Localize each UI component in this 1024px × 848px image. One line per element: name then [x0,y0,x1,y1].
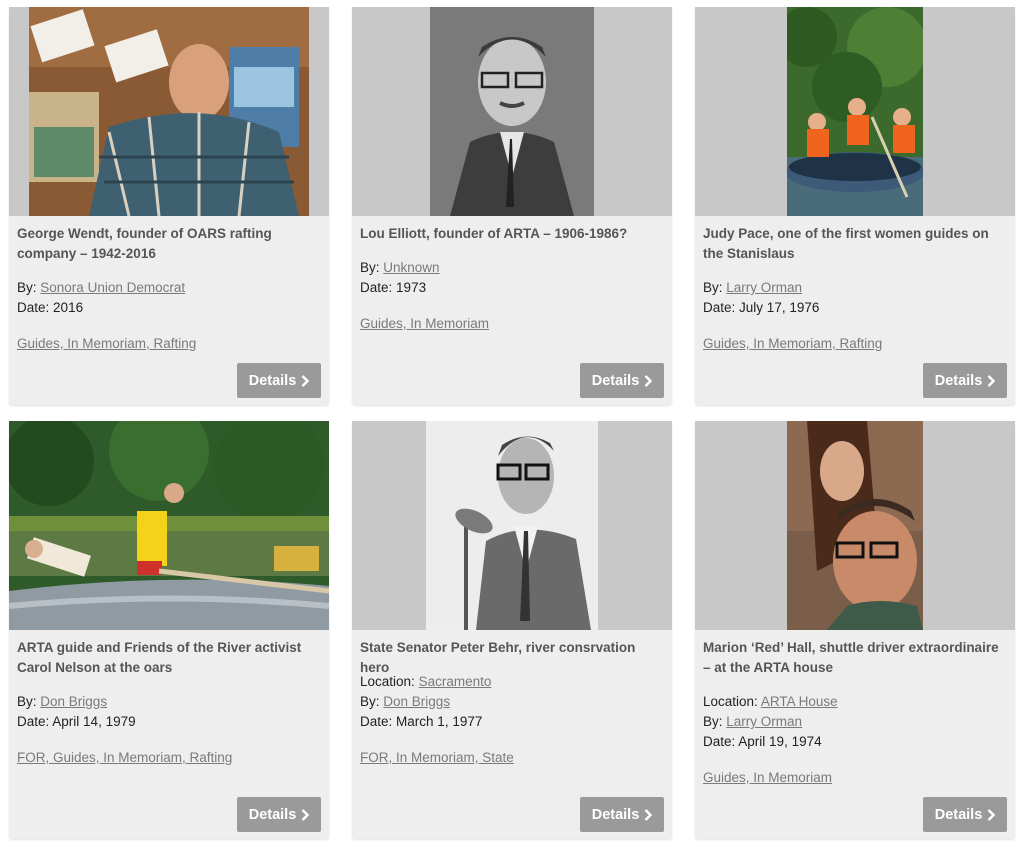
details-button[interactable]: Details [237,363,321,398]
byline: By: Don Briggs [360,694,451,709]
card-title: George Wendt, founder of OARS rafting co… [17,226,272,261]
byline: By: Larry Orman [703,280,803,295]
photo-card: State Senator Peter Behr, river consrvat… [352,421,672,839]
date-value: July 17, 1976 [739,300,820,315]
category-link[interactable]: Guides, In Memoriam, Rafting [17,336,196,351]
details-label: Details [934,806,983,823]
photo-carol-nelson[interactable] [9,421,329,630]
photo-card: Lou Elliott, founder of ARTA – 1906-1986… [352,7,672,405]
date-line: Date: April 19, 1974 [703,734,822,749]
location-line: Location: Sacramento [360,674,492,689]
date-value: April 19, 1974 [738,734,822,749]
chevron-right-icon [987,374,996,387]
category-link[interactable]: Guides, In Memoriam [703,770,832,785]
author-link[interactable]: Unknown [383,260,439,275]
card-title: Marion ‘Red’ Hall, shuttle driver extrao… [703,640,999,675]
category-links: FOR, In Memoriam, State [360,748,514,768]
details-button[interactable]: Details [237,797,321,832]
byline: By: Sonora Union Democrat [17,280,186,295]
location-link[interactable]: ARTA House [761,694,838,709]
photo-card: Judy Pace, one of the first women guides… [695,7,1015,405]
chevron-right-icon [644,374,653,387]
author-link[interactable]: Don Briggs [40,694,107,709]
photo-card: George Wendt, founder of OARS rafting co… [9,7,329,405]
date-line: Date: July 17, 1976 [703,300,820,315]
author-link[interactable]: Larry Orman [726,280,802,295]
location-line: Location: ARTA House [703,694,838,709]
byline: By: Don Briggs [17,694,108,709]
archive-grid: George Wendt, founder of OARS rafting co… [0,0,1024,848]
details-label: Details [934,372,983,389]
author-link[interactable]: Sonora Union Democrat [40,280,185,295]
category-links: Guides, In Memoriam, Rafting [17,334,196,354]
location-link[interactable]: Sacramento [419,674,492,689]
category-links: FOR, Guides, In Memoriam, Rafting [17,748,232,768]
card-title: Judy Pace, one of the first women guides… [703,226,989,261]
date-line: Date: April 14, 1979 [17,714,136,729]
photo-peter-behr[interactable] [352,421,672,630]
details-label: Details [591,806,640,823]
chevron-right-icon [301,374,310,387]
photo-card: ARTA guide and Friends of the River acti… [9,421,329,839]
details-button[interactable]: Details [923,363,1007,398]
byline: By: Unknown [360,260,440,275]
card-title: ARTA guide and Friends of the River acti… [17,640,302,675]
date-line: Date: 1973 [360,280,427,295]
chevron-right-icon [301,808,310,821]
details-button[interactable]: Details [580,797,664,832]
date-line: Date: March 1, 1977 [360,714,483,729]
category-links: Guides, In Memoriam [703,768,832,788]
photo-judy-pace[interactable] [695,7,1015,216]
category-link[interactable]: FOR, In Memoriam, State [360,750,514,765]
category-links: Guides, In Memoriam, Rafting [703,334,882,354]
photo-card: Marion ‘Red’ Hall, shuttle driver extrao… [695,421,1015,839]
chevron-right-icon [644,808,653,821]
author-link[interactable]: Don Briggs [383,694,450,709]
details-label: Details [248,372,297,389]
date-line: Date: 2016 [17,300,84,315]
details-label: Details [591,372,640,389]
photo-lou-elliott[interactable] [352,7,672,216]
chevron-right-icon [987,808,996,821]
date-value: March 1, 1977 [396,714,483,729]
photo-george-wendt[interactable] [9,7,329,216]
details-button[interactable]: Details [923,797,1007,832]
author-link[interactable]: Larry Orman [726,714,802,729]
date-value: 1973 [396,280,427,295]
photo-marion-red-hall[interactable] [695,421,1015,630]
date-value: 2016 [53,300,84,315]
category-link[interactable]: Guides, In Memoriam [360,316,489,331]
byline: By: Larry Orman [703,714,803,729]
date-value: April 14, 1979 [52,714,136,729]
details-button[interactable]: Details [580,363,664,398]
details-label: Details [248,806,297,823]
card-title: Lou Elliott, founder of ARTA – 1906-1986… [360,226,628,241]
category-link[interactable]: Guides, In Memoriam, Rafting [703,336,882,351]
category-link[interactable]: FOR, Guides, In Memoriam, Rafting [17,750,232,765]
category-links: Guides, In Memoriam [360,314,489,334]
